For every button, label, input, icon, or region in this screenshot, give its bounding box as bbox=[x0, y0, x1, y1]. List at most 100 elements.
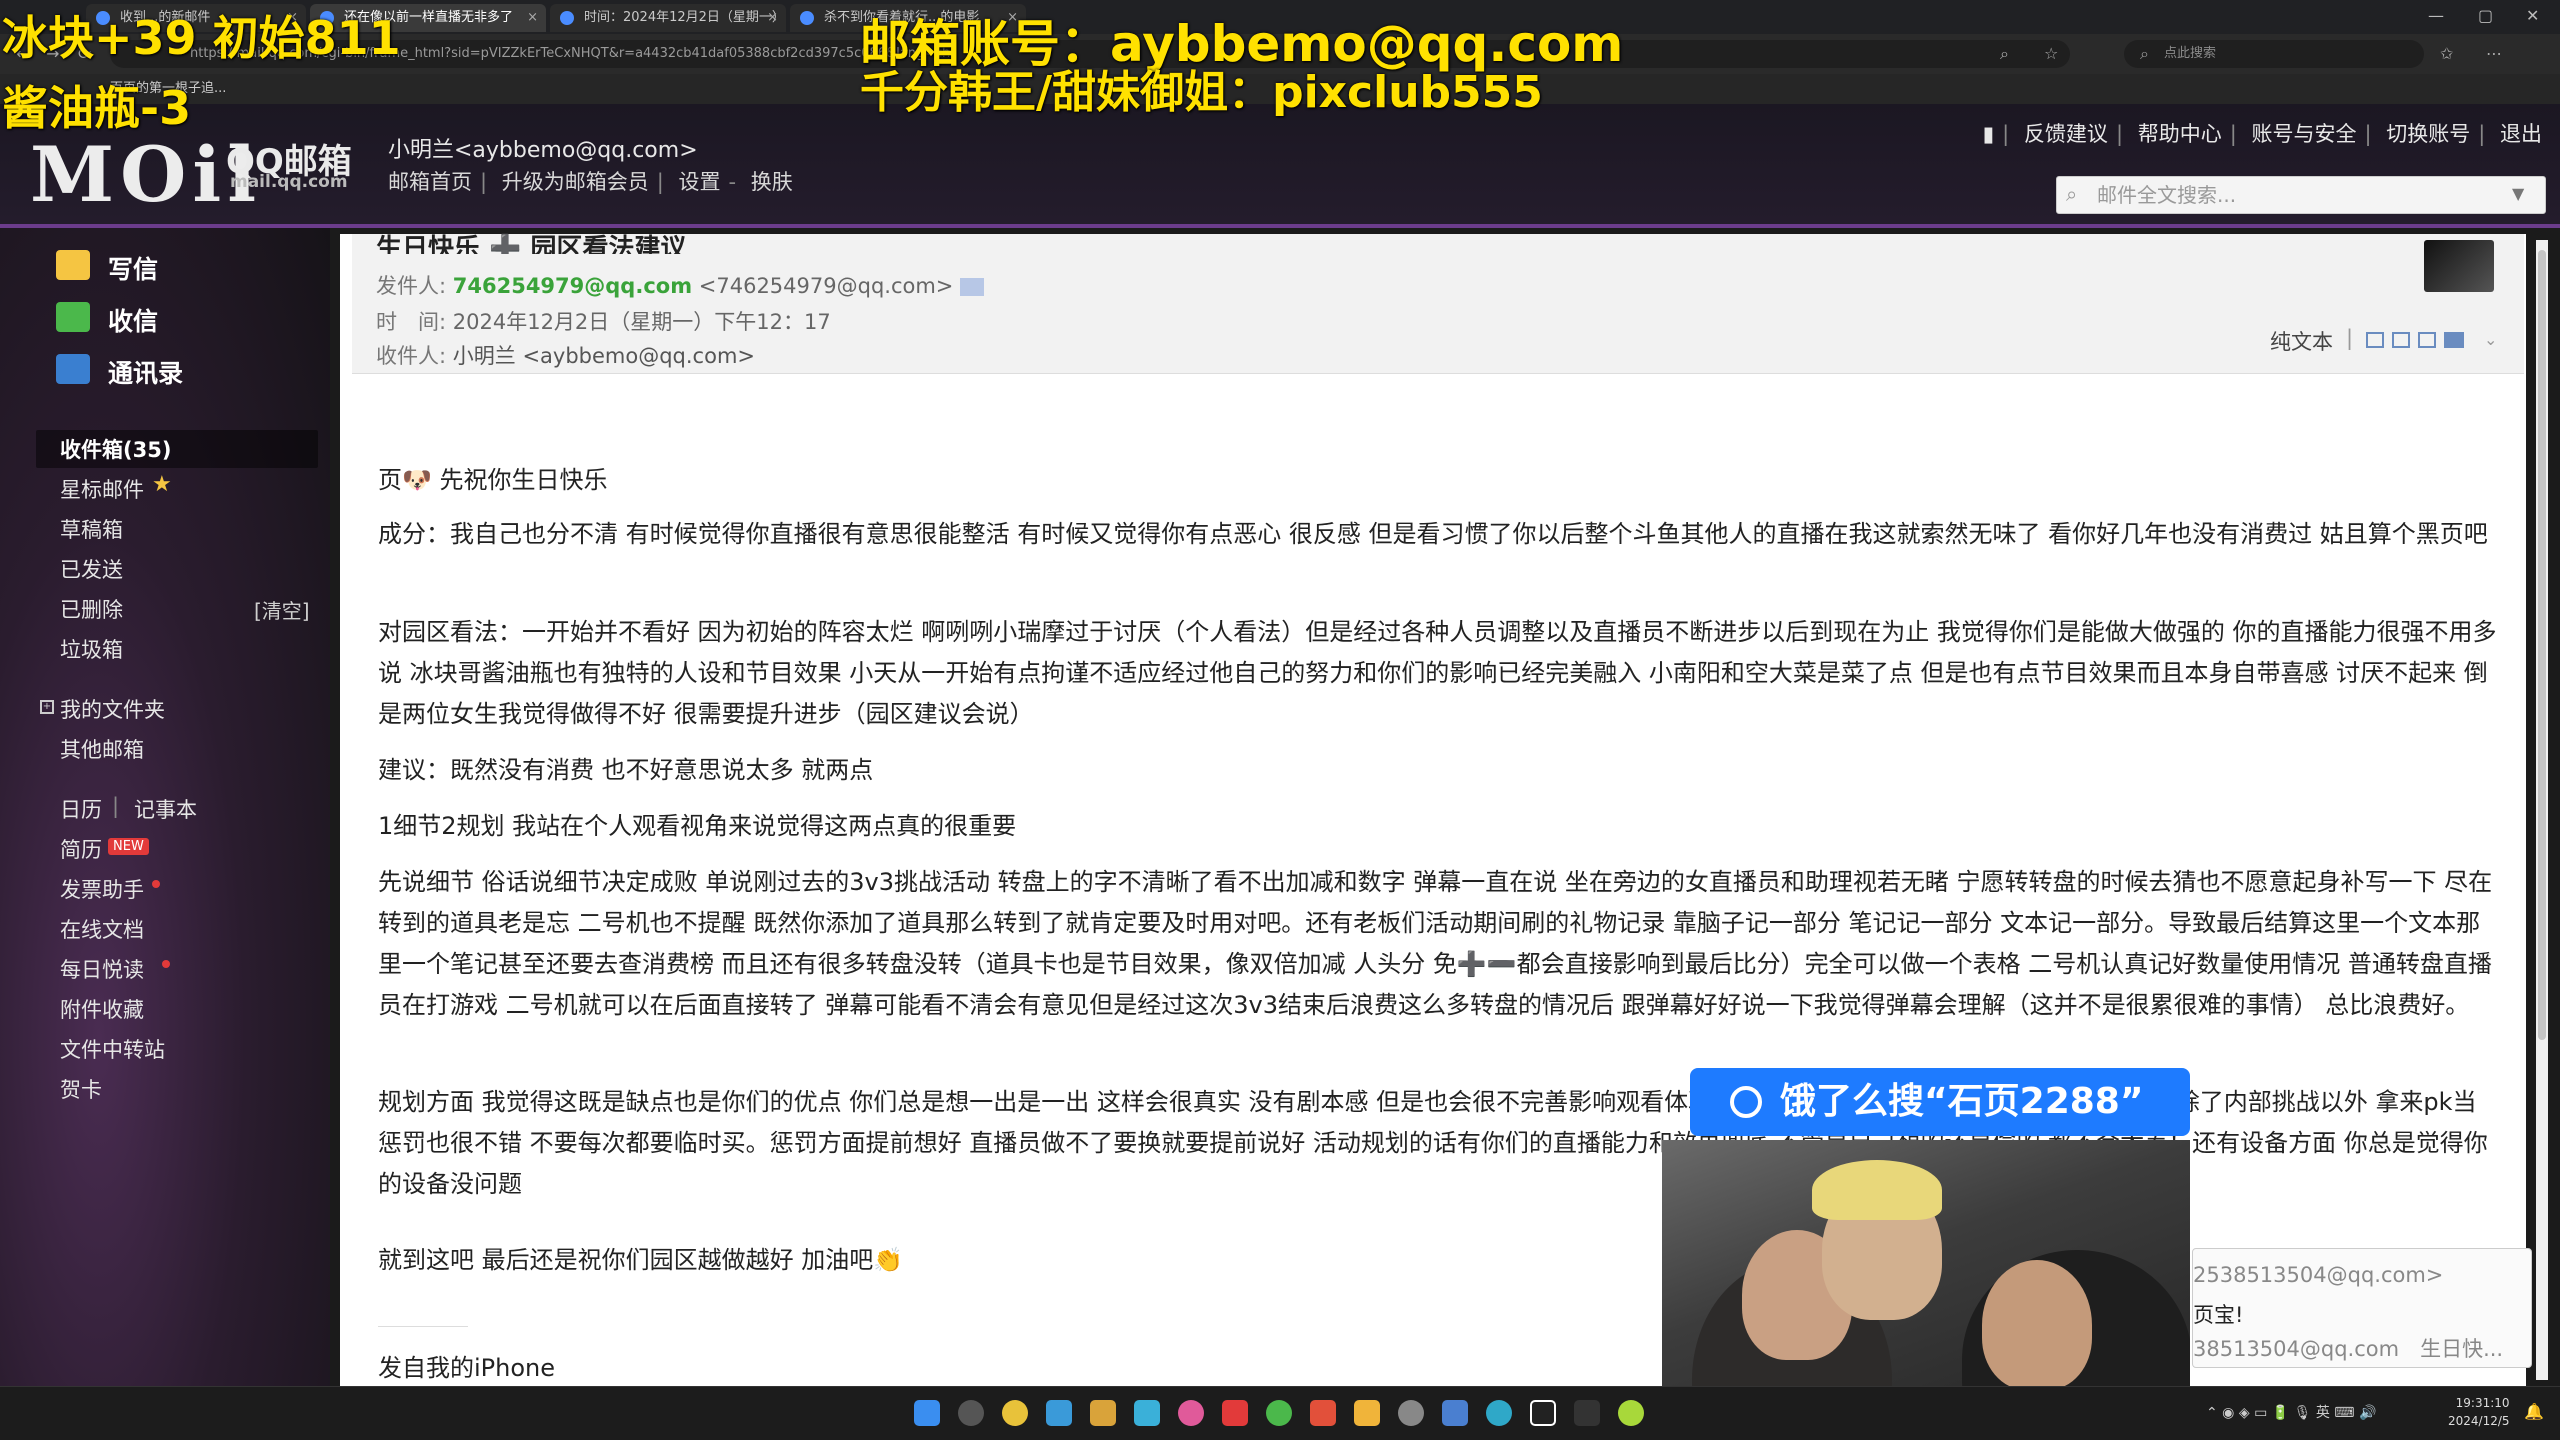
edge-icon[interactable] bbox=[1486, 1400, 1512, 1426]
sidebar-item-deleted[interactable]: 已删除 bbox=[60, 594, 123, 624]
sidebar-item-spam[interactable]: 垃圾箱 bbox=[60, 634, 123, 664]
star-icon[interactable]: ☆ bbox=[2044, 44, 2058, 63]
sidebar-other-mail[interactable]: 其他邮箱 bbox=[60, 734, 144, 764]
switch-account-link[interactable]: 切换账号 bbox=[2386, 122, 2470, 146]
contacts-button[interactable]: 通讯录 bbox=[108, 354, 183, 390]
compose-button[interactable]: 写信 bbox=[108, 250, 158, 286]
sidebar-my-folders[interactable]: 我的文件夹 bbox=[60, 694, 165, 724]
app-icon[interactable] bbox=[1134, 1400, 1160, 1426]
receive-button[interactable]: 收信 bbox=[108, 302, 158, 338]
search-icon: ⌕ bbox=[2066, 182, 2078, 206]
message-to: 小明兰 <aybbemo@qq.com> bbox=[452, 344, 755, 368]
to-row: 收件人: 小明兰 <aybbemo@qq.com> bbox=[376, 344, 755, 368]
app-icon[interactable] bbox=[1618, 1400, 1644, 1426]
browser-search-input[interactable]: 点此搜索 bbox=[2124, 40, 2424, 68]
sidebar-tool-transfer[interactable]: 文件中转站 bbox=[60, 1034, 165, 1064]
app-icon[interactable] bbox=[1354, 1400, 1380, 1426]
sidebar-calendar[interactable]: 日历 bbox=[60, 794, 102, 824]
divider: | bbox=[2346, 326, 2354, 350]
app-icon[interactable] bbox=[1178, 1400, 1204, 1426]
chevron-down-icon[interactable]: ⌄ bbox=[2484, 330, 2497, 349]
app-icon[interactable] bbox=[1574, 1400, 1600, 1426]
close-icon[interactable]: ✕ bbox=[2526, 6, 2539, 25]
from-row: 发件人: 746254979@qq.com <746254979@qq.com> bbox=[376, 270, 985, 300]
settings-icon[interactable] bbox=[1398, 1400, 1424, 1426]
app-icon[interactable] bbox=[1002, 1400, 1028, 1426]
help-link[interactable]: 帮助中心 bbox=[2138, 122, 2222, 146]
notification-line: 页宝! bbox=[2193, 1303, 2244, 1327]
body-paragraph: 先说细节 俗话说细节决定成败 单说刚过去的3v3挑战活动 转盘上的字不清晰了看不… bbox=[378, 868, 2493, 1019]
print-icon[interactable] bbox=[2444, 332, 2464, 348]
sidebar-tool-reading[interactable]: 每日悦读 bbox=[60, 954, 144, 984]
clear-deleted-link[interactable]: [清空] bbox=[254, 595, 310, 624]
app-icon[interactable] bbox=[1222, 1400, 1248, 1426]
sidebar-item-inbox[interactable]: 收件箱(35) bbox=[60, 434, 171, 464]
zoom-icon[interactable]: ⌕ bbox=[2000, 44, 2009, 64]
sidebar-item-starred[interactable]: 星标邮件 bbox=[60, 474, 144, 504]
sidebar-tool-docs[interactable]: 在线文档 bbox=[60, 914, 144, 944]
system-tray[interactable]: ⌃ ◉ ◈ ▭ 🔋 🎙 英 ⌨ 🔊 bbox=[2206, 1402, 2376, 1422]
plaintext-link[interactable]: 纯文本 bbox=[2270, 326, 2333, 356]
app-icon[interactable] bbox=[1090, 1400, 1116, 1426]
from-name[interactable]: 746254979@qq.com bbox=[453, 274, 692, 298]
expand-icon[interactable]: + bbox=[40, 700, 54, 714]
upgrade-link[interactable]: 升级为邮箱会员 bbox=[502, 170, 649, 194]
mail-search-input[interactable]: 邮件全文搜索... bbox=[2056, 176, 2546, 214]
contacts-icon[interactable] bbox=[56, 354, 90, 384]
sidebar-item-drafts[interactable]: 草稿箱 bbox=[60, 514, 123, 544]
notification-line: 38513504@qq.com 生日快... bbox=[2193, 1337, 2504, 1361]
maximize-icon[interactable]: ▢ bbox=[2478, 6, 2493, 25]
clock-time: 19:31:10 bbox=[2455, 1396, 2510, 1410]
overlay-score-line2: 酱油瓶-3 bbox=[2, 81, 192, 135]
clock[interactable]: 19:31:10 2024/12/5 bbox=[2448, 1394, 2510, 1430]
notification-popup[interactable]: 2538513504@qq.com> 页宝! 38513504@qq.com 生… bbox=[2192, 1248, 2532, 1368]
sidebar-notes[interactable]: 记事本 bbox=[134, 794, 197, 824]
logout-link[interactable]: 退出 bbox=[2500, 122, 2542, 146]
wechat-icon[interactable] bbox=[1266, 1400, 1292, 1426]
sidebar-tool-attachments[interactable]: 附件收藏 bbox=[60, 994, 144, 1024]
download-icon[interactable] bbox=[2418, 332, 2436, 348]
red-dot bbox=[162, 960, 170, 968]
maximize-view-icon[interactable] bbox=[2392, 332, 2410, 348]
message-subject: 生日快乐 ➕ 园区看法建议 bbox=[376, 234, 687, 254]
phone-icon[interactable]: ▮ bbox=[1983, 122, 1995, 146]
search-icon[interactable] bbox=[958, 1400, 984, 1426]
feedback-link[interactable]: 反馈建议 bbox=[2024, 122, 2108, 146]
account-security-link[interactable]: 账号与安全 bbox=[2251, 122, 2356, 146]
scrollbar-thumb[interactable] bbox=[2538, 250, 2546, 1040]
sidebar-tool-resume[interactable]: 简历 bbox=[60, 834, 102, 864]
signature: 发自我的iPhone bbox=[378, 1354, 556, 1382]
receive-icon[interactable] bbox=[56, 302, 90, 332]
logo-domain: mail.qq.com bbox=[230, 172, 348, 192]
user-name: 小明兰<aybbemo@qq.com> bbox=[388, 138, 698, 163]
skin-link[interactable]: 换肤 bbox=[751, 170, 793, 194]
body-paragraph: 页🐶 先祝你生日快乐 bbox=[378, 466, 608, 494]
minimize-icon[interactable]: — bbox=[2428, 6, 2444, 25]
sidebar-tool-card[interactable]: 贺卡 bbox=[60, 1074, 102, 1104]
notification-bell-icon[interactable]: 🔔 bbox=[2524, 1402, 2544, 1421]
sidebar-item-sent[interactable]: 已发送 bbox=[60, 554, 123, 584]
windows-start-icon[interactable] bbox=[914, 1400, 940, 1426]
menu-icon[interactable]: ⋯ bbox=[2486, 44, 2502, 63]
qq-icon[interactable] bbox=[1530, 1400, 1556, 1426]
ime-indicator[interactable]: 英 bbox=[2316, 1405, 2330, 1421]
app-icon[interactable] bbox=[1310, 1400, 1336, 1426]
browser-tab[interactable]: 时间：2024年12月2日（星期一） × bbox=[550, 4, 786, 32]
home-link[interactable]: 邮箱首页 bbox=[388, 170, 472, 194]
sender-avatar bbox=[2424, 240, 2494, 292]
clock-date: 2024/12/5 bbox=[2448, 1414, 2510, 1428]
top-links: ▮ | 反馈建议 | 帮助中心 | 账号与安全 | 切换账号 | 退出 bbox=[1982, 122, 2542, 146]
app-icon[interactable] bbox=[1046, 1400, 1072, 1426]
divider: | bbox=[112, 794, 120, 818]
favorites-icon[interactable]: ✩ bbox=[2440, 44, 2453, 63]
from-address: <746254979@qq.com> bbox=[698, 274, 954, 298]
settings-link[interactable]: 设置 bbox=[679, 170, 721, 194]
body-paragraph: 对园区看法：一开始并不看好 因为初始的阵容太烂 啊咧咧小瑞摩过于讨厌（个人看法）… bbox=[378, 618, 2497, 728]
app-icon[interactable] bbox=[1442, 1400, 1468, 1426]
chevron-down-icon[interactable]: ▼ bbox=[2512, 184, 2524, 203]
sidebar-tool-invoice[interactable]: 发票助手 bbox=[60, 874, 144, 904]
compose-icon[interactable] bbox=[56, 250, 90, 280]
body-paragraph: 建议：既然没有消费 也不好意思说太多 就两点 bbox=[378, 756, 874, 784]
contact-card-icon[interactable] bbox=[960, 278, 985, 296]
new-window-icon[interactable] bbox=[2366, 332, 2384, 348]
